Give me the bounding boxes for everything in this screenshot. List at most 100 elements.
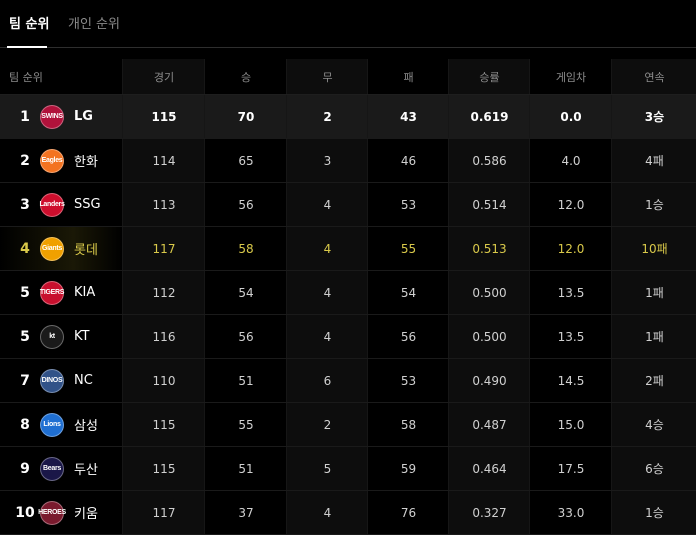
- header-streak: 연속: [611, 59, 696, 94]
- cell-draws: 2: [286, 403, 368, 446]
- header-gb: 게임차: [529, 59, 612, 94]
- cell-losses: 54: [367, 271, 449, 314]
- team-name[interactable]: KT: [74, 315, 89, 358]
- tab-team-ranking[interactable]: 팀 순위: [9, 16, 49, 34]
- rank-number: 5: [20, 284, 30, 301]
- cell-losses: 58: [367, 403, 449, 446]
- team-name[interactable]: KIA: [74, 271, 95, 314]
- cell-pct: 0.327: [448, 491, 530, 534]
- cell-draws: 5: [286, 447, 368, 490]
- team-logo-icon: Lions: [40, 412, 64, 437]
- cell-pct: 0.513: [448, 227, 530, 270]
- team-name[interactable]: LG: [74, 95, 93, 138]
- table-row[interactable]: 3 Landers SSG 113 56 4 53 0.514 12.0 1승: [0, 183, 696, 227]
- team-cell: 2 Eagles 한화: [0, 139, 122, 182]
- cell-wins: 56: [204, 183, 287, 226]
- table-row[interactable]: 2 Eagles 한화 114 65 3 46 0.586 4.0 4패: [0, 139, 696, 183]
- cell-streak: 1승: [611, 491, 696, 534]
- cell-wins: 51: [204, 359, 287, 402]
- team-logo-icon: TIGERS: [40, 280, 64, 305]
- team-cell: 7 DINOS NC: [0, 359, 122, 402]
- cell-games: 115: [122, 95, 205, 138]
- cell-losses: 56: [367, 315, 449, 358]
- cell-streak: 10패: [611, 227, 696, 270]
- cell-streak: 4승: [611, 403, 696, 446]
- team-logo-icon: HEROES: [38, 500, 66, 525]
- cell-losses: 59: [367, 447, 449, 490]
- cell-draws: 4: [286, 227, 368, 270]
- cell-losses: 55: [367, 227, 449, 270]
- table-row[interactable]: 10 HEROES 키움 117 37 4 76 0.327 33.0 1승: [0, 491, 696, 535]
- cell-wins: 37: [204, 491, 287, 534]
- header-games: 경기: [122, 59, 205, 94]
- header-team: 팀 순위: [9, 70, 43, 84]
- table-row[interactable]: 4 Giants 롯데 117 58 4 55 0.513 12.0 10패: [0, 227, 696, 271]
- rank-number: 3: [20, 196, 30, 213]
- cell-streak: 3승: [611, 95, 696, 138]
- team-name[interactable]: 삼성: [74, 403, 98, 446]
- cell-games: 116: [122, 315, 205, 358]
- cell-games: 113: [122, 183, 205, 226]
- cell-gb: 0.0: [529, 95, 612, 138]
- header-pct: 승률: [448, 59, 530, 94]
- cell-wins: 56: [204, 315, 287, 358]
- cell-streak: 1패: [611, 271, 696, 314]
- rank-number: 7: [20, 372, 30, 389]
- team-cell: 5 TIGERS KIA: [0, 271, 122, 314]
- cell-wins: 70: [204, 95, 287, 138]
- cell-draws: 6: [286, 359, 368, 402]
- team-logo-icon: Eagles: [40, 148, 64, 173]
- cell-draws: 2: [286, 95, 368, 138]
- team-name[interactable]: 한화: [74, 139, 98, 182]
- cell-pct: 0.514: [448, 183, 530, 226]
- cell-pct: 0.586: [448, 139, 530, 182]
- cell-gb: 4.0: [529, 139, 612, 182]
- cell-games: 114: [122, 139, 205, 182]
- table-row[interactable]: 8 Lions 삼성 115 55 2 58 0.487 15.0 4승: [0, 403, 696, 447]
- table-row[interactable]: 5 TIGERS KIA 112 54 4 54 0.500 13.5 1패: [0, 271, 696, 315]
- cell-draws: 4: [286, 315, 368, 358]
- rank-number: 9: [20, 460, 30, 477]
- cell-wins: 51: [204, 447, 287, 490]
- cell-wins: 65: [204, 139, 287, 182]
- cell-losses: 76: [367, 491, 449, 534]
- team-name[interactable]: 키움: [74, 491, 98, 534]
- cell-streak: 6승: [611, 447, 696, 490]
- cell-streak: 1승: [611, 183, 696, 226]
- team-cell: 9 Bears 두산: [0, 447, 122, 490]
- team-logo-icon: Bears: [40, 456, 64, 481]
- cell-games: 115: [122, 403, 205, 446]
- cell-games: 112: [122, 271, 205, 314]
- cell-pct: 0.500: [448, 271, 530, 314]
- cell-gb: 13.5: [529, 271, 612, 314]
- cell-games: 117: [122, 491, 205, 534]
- table-row[interactable]: 7 DINOS NC 110 51 6 53 0.490 14.5 2패: [0, 359, 696, 403]
- tab-player-ranking[interactable]: 개인 순위: [68, 16, 120, 34]
- cell-gb: 17.5: [529, 447, 612, 490]
- team-logo-icon: DINOS: [40, 368, 64, 393]
- header-losses: 패: [367, 59, 449, 94]
- team-cell: 10 HEROES 키움: [0, 491, 122, 534]
- cell-pct: 0.464: [448, 447, 530, 490]
- header-draws: 무: [286, 59, 368, 94]
- cell-draws: 3: [286, 139, 368, 182]
- table-row[interactable]: 5 kt KT 116 56 4 56 0.500 13.5 1패: [0, 315, 696, 359]
- team-name[interactable]: 두산: [74, 447, 98, 490]
- cell-games: 117: [122, 227, 205, 270]
- team-cell: 4 Giants 롯데: [0, 227, 122, 270]
- table-row[interactable]: 1 SWINS LG 115 70 2 43 0.619 0.0 3승: [0, 95, 696, 139]
- table-header: 팀 순위 경기 승 무 패 승률 게임차 연속: [0, 59, 696, 95]
- cell-pct: 0.487: [448, 403, 530, 446]
- cell-draws: 4: [286, 271, 368, 314]
- team-name[interactable]: SSG: [74, 183, 101, 226]
- team-logo-icon: Giants: [40, 236, 64, 261]
- rank-number: 4: [20, 240, 30, 257]
- team-cell: 8 Lions 삼성: [0, 403, 122, 446]
- team-logo-icon: Landers: [39, 192, 65, 217]
- team-name[interactable]: 롯데: [74, 227, 98, 270]
- team-name[interactable]: NC: [74, 359, 93, 402]
- cell-gb: 12.0: [529, 183, 612, 226]
- cell-wins: 54: [204, 271, 287, 314]
- table-row[interactable]: 9 Bears 두산 115 51 5 59 0.464 17.5 6승: [0, 447, 696, 491]
- cell-gb: 14.5: [529, 359, 612, 402]
